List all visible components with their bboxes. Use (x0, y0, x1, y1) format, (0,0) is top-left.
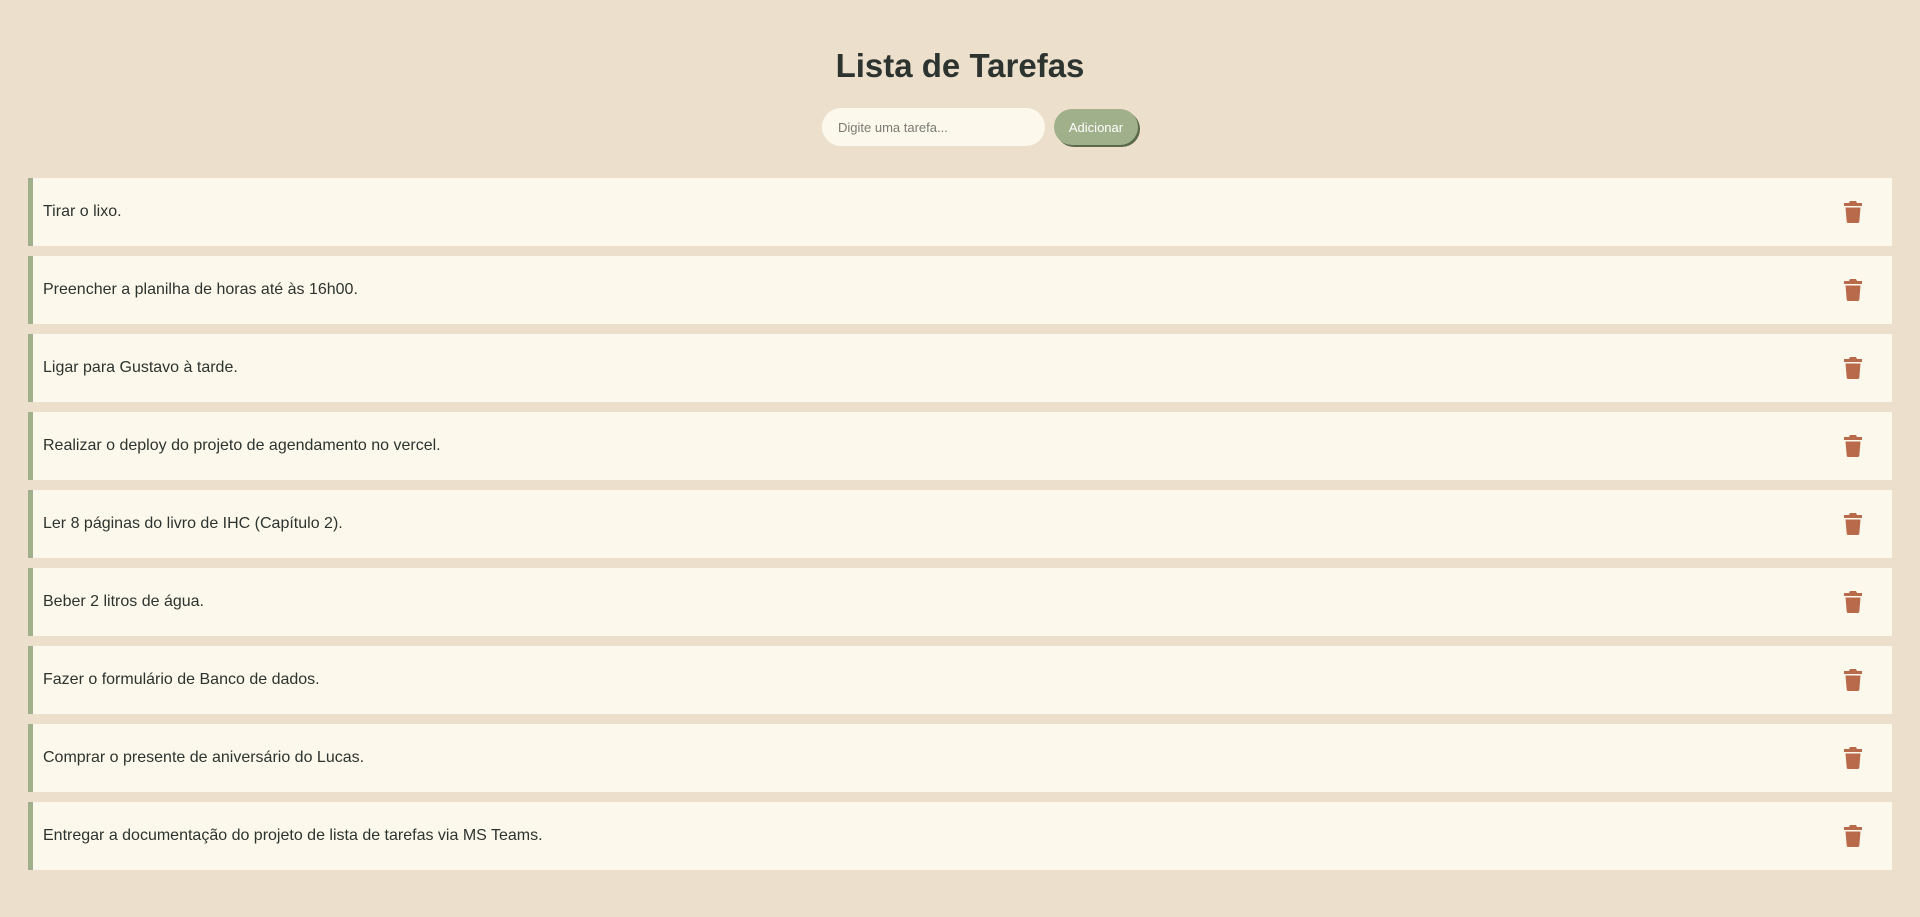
task-item: Realizar o deploy do projeto de agendame… (28, 412, 1892, 480)
task-item: Entregar a documentação do projeto de li… (28, 802, 1892, 870)
task-text: Ligar para Gustavo à tarde. (43, 359, 238, 376)
trash-icon (1844, 279, 1862, 301)
task-text: Comprar o presente de aniversário do Luc… (43, 749, 365, 766)
trash-icon (1844, 747, 1862, 769)
task-list: Tirar o lixo. Preencher a planilha de ho… (28, 178, 1892, 880)
trash-icon (1844, 591, 1862, 613)
add-button[interactable]: Adicionar (1054, 109, 1138, 145)
task-text: Preencher a planilha de horas até às 16h… (43, 281, 358, 298)
trash-icon (1844, 357, 1862, 379)
delete-button[interactable] (1844, 823, 1868, 849)
task-text: Realizar o deploy do projeto de agendame… (43, 437, 441, 454)
task-item: Tirar o lixo. (28, 178, 1892, 246)
task-item: Ler 8 páginas do livro de IHC (Capítulo … (28, 490, 1892, 558)
delete-button[interactable] (1844, 433, 1868, 459)
trash-icon (1844, 201, 1862, 223)
task-text: Entregar a documentação do projeto de li… (43, 827, 543, 844)
delete-button[interactable] (1844, 511, 1868, 537)
delete-button[interactable] (1844, 199, 1868, 225)
task-text: Fazer o formulário de Banco de dados. (43, 671, 320, 688)
page-title: Lista de Tarefas (835, 47, 1085, 84)
trash-icon (1844, 825, 1862, 847)
task-item: Fazer o formulário de Banco de dados. (28, 646, 1892, 714)
delete-button[interactable] (1844, 589, 1868, 615)
task-text: Ler 8 páginas do livro de IHC (Capítulo … (43, 515, 343, 532)
add-task-form: Adicionar (0, 108, 1920, 146)
task-text: Beber 2 litros de água. (43, 593, 204, 610)
task-item: Comprar o presente de aniversário do Luc… (28, 724, 1892, 792)
delete-button[interactable] (1844, 355, 1868, 381)
task-item: Preencher a planilha de horas até às 16h… (28, 256, 1892, 324)
task-item: Ligar para Gustavo à tarde. (28, 334, 1892, 402)
delete-button[interactable] (1844, 277, 1868, 303)
trash-icon (1844, 513, 1862, 535)
trash-icon (1844, 435, 1862, 457)
delete-button[interactable] (1844, 667, 1868, 693)
task-item: Beber 2 litros de água. (28, 568, 1892, 636)
task-text: Tirar o lixo. (43, 203, 122, 220)
trash-icon (1844, 669, 1862, 691)
delete-button[interactable] (1844, 745, 1868, 771)
task-input[interactable] (822, 108, 1045, 146)
